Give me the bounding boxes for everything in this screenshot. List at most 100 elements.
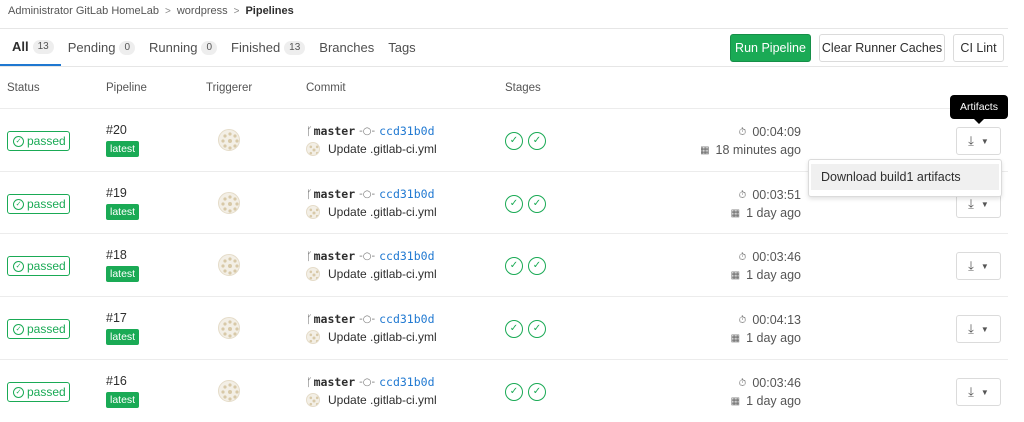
stage-build-status[interactable]: ✓	[505, 320, 523, 338]
commit-title: Update .gitlab-ci.yml	[306, 330, 437, 344]
status-badge[interactable]: ✓ passed	[7, 256, 70, 276]
commit-title: Update .gitlab-ci.yml	[306, 205, 437, 219]
pipeline-finished-at: ▦ 1 day ago	[731, 206, 801, 220]
tab-pending[interactable]: Pending 0	[61, 29, 142, 66]
branch-icon: ᚴ	[306, 124, 313, 138]
status-badge[interactable]: ✓ passed	[7, 382, 70, 402]
calendar-icon: ▦	[730, 269, 741, 281]
stage-deploy-status[interactable]: ✓	[528, 257, 546, 275]
run-pipeline-button[interactable]: Run Pipeline	[730, 34, 811, 62]
stage-build-status[interactable]: ✓	[505, 195, 523, 213]
pipeline-id-link[interactable]: #18	[106, 248, 127, 262]
commit-ref: ᚴ master -○- ccd31b0d	[306, 312, 435, 326]
branch-link[interactable]: master	[314, 187, 356, 201]
tab-tags[interactable]: Tags	[381, 29, 422, 66]
timer-icon: ⏱	[738, 189, 747, 201]
stage-build-status[interactable]: ✓	[505, 132, 523, 150]
status-badge[interactable]: ✓ passed	[7, 194, 70, 214]
check-circle-icon: ✓	[13, 323, 24, 335]
branch-link[interactable]: master	[314, 375, 356, 389]
triggerer-avatar[interactable]	[218, 317, 240, 339]
pipeline-id-link[interactable]: #20	[106, 123, 127, 137]
pipeline-tabs: All 13 Pending 0 Running 0 Finished 13 B…	[0, 29, 423, 66]
chevron-down-icon: ▼	[980, 136, 989, 146]
branch-link[interactable]: master	[314, 249, 356, 263]
check-icon: ✓	[509, 260, 519, 271]
tab-count: 0	[119, 40, 136, 55]
clear-runner-caches-button[interactable]: Clear Runner Caches	[819, 34, 945, 62]
triggerer-avatar[interactable]	[218, 192, 240, 214]
commit-message-link[interactable]: Update .gitlab-ci.yml	[328, 330, 437, 344]
check-icon: ✓	[532, 260, 542, 271]
breadcrumb-current[interactable]: Pipelines	[245, 5, 293, 17]
chevron-right-icon: >	[165, 5, 171, 17]
artifacts-dropdown-button[interactable]: ⤓ ▼	[956, 378, 1001, 406]
duration-value: 00:04:09	[752, 125, 801, 139]
check-circle-icon: ✓	[13, 260, 24, 272]
pipeline-id-link[interactable]: #17	[106, 311, 127, 325]
table-row: ✓ passed #18 latest ᚴ master -○- ccd31b0…	[0, 233, 1008, 295]
divider	[0, 66, 1008, 67]
duration-value: 00:04:13	[752, 313, 801, 327]
artifacts-dropdown-button[interactable]: ⤓ ▼	[956, 315, 1001, 343]
tab-count: 13	[284, 40, 306, 55]
status-label: passed	[27, 259, 66, 273]
artifacts-dropdown-button[interactable]: ⤓ ▼	[956, 127, 1001, 155]
calendar-icon: ▦	[700, 144, 710, 156]
breadcrumb-project[interactable]: wordpress	[177, 5, 228, 17]
pipeline-duration: ⏱ 00:03:46	[739, 376, 801, 390]
status-badge[interactable]: ✓ passed	[7, 319, 70, 339]
commit-sha-link[interactable]: ccd31b0d	[379, 249, 434, 263]
stage-deploy-status[interactable]: ✓	[528, 195, 546, 213]
author-avatar[interactable]	[306, 330, 320, 344]
author-avatar[interactable]	[306, 142, 320, 156]
author-avatar[interactable]	[306, 393, 320, 407]
stage-deploy-status[interactable]: ✓	[528, 383, 546, 401]
stage-build-status[interactable]: ✓	[505, 257, 523, 275]
branch-link[interactable]: master	[314, 124, 356, 138]
pipeline-finished-at: ▦ 18 minutes ago	[700, 143, 801, 157]
commit-sha-link[interactable]: ccd31b0d	[379, 312, 434, 326]
triggerer-avatar[interactable]	[218, 254, 240, 276]
author-avatar[interactable]	[306, 205, 320, 219]
pipeline-duration: ⏱ 00:04:13	[739, 313, 801, 327]
artifacts-tooltip: Artifacts	[950, 95, 1008, 124]
pipeline-duration: ⏱ 00:03:51	[739, 188, 801, 202]
triggerer-avatar[interactable]	[218, 129, 240, 151]
commit-ref: ᚴ master -○- ccd31b0d	[306, 375, 435, 389]
tab-running[interactable]: Running 0	[142, 29, 224, 66]
branch-link[interactable]: master	[314, 312, 356, 326]
tab-all[interactable]: All 13	[0, 29, 61, 66]
status-badge[interactable]: ✓ passed	[7, 131, 70, 151]
stage-deploy-status[interactable]: ✓	[528, 132, 546, 150]
commit-message-link[interactable]: Update .gitlab-ci.yml	[328, 142, 437, 156]
download-icon: ⤓	[968, 133, 974, 148]
breadcrumb-group[interactable]: Administrator GitLab HomeLab	[8, 5, 159, 17]
tab-finished[interactable]: Finished 13	[224, 29, 312, 66]
stage-deploy-status[interactable]: ✓	[528, 320, 546, 338]
author-avatar[interactable]	[306, 267, 320, 281]
latest-badge: latest	[106, 329, 140, 345]
commit-message-link[interactable]: Update .gitlab-ci.yml	[328, 267, 437, 281]
commit-message-link[interactable]: Update .gitlab-ci.yml	[328, 393, 437, 407]
pipeline-id-link[interactable]: #16	[106, 374, 127, 388]
check-icon: ✓	[509, 386, 519, 397]
finished-ago-value: 1 day ago	[746, 394, 801, 408]
tab-branches[interactable]: Branches	[312, 29, 381, 66]
commit-title: Update .gitlab-ci.yml	[306, 393, 437, 407]
timer-icon: ⏱	[738, 314, 747, 326]
commit-sha-link[interactable]: ccd31b0d	[379, 187, 434, 201]
commit-ref: ᚴ master -○- ccd31b0d	[306, 124, 435, 138]
pipeline-id-link[interactable]: #19	[106, 186, 127, 200]
ci-lint-button[interactable]: CI Lint	[953, 34, 1004, 62]
pipeline-finished-at: ▦ 1 day ago	[731, 268, 801, 282]
commit-sha-link[interactable]: ccd31b0d	[379, 375, 434, 389]
table-row: ✓ passed #16 latest ᚴ master -○- ccd31b0…	[0, 359, 1008, 421]
stage-build-status[interactable]: ✓	[505, 383, 523, 401]
triggerer-avatar[interactable]	[218, 380, 240, 402]
commit-message-link[interactable]: Update .gitlab-ci.yml	[328, 205, 437, 219]
download-artifacts-menu-item[interactable]: Download build1 artifacts	[811, 164, 999, 190]
latest-badge: latest	[106, 392, 140, 408]
artifacts-dropdown-button[interactable]: ⤓ ▼	[956, 252, 1001, 280]
commit-sha-link[interactable]: ccd31b0d	[379, 124, 434, 138]
